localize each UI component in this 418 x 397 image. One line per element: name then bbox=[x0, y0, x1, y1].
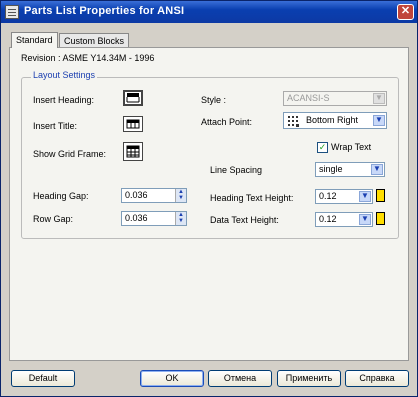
wrap-text-checkbox[interactable]: ✓ bbox=[317, 142, 328, 153]
heading-text-height-dropdown-icon[interactable]: ▼ bbox=[359, 191, 371, 202]
insert-heading-button[interactable] bbox=[123, 90, 143, 106]
attach-point-dropdown-icon[interactable]: ▼ bbox=[373, 115, 385, 126]
line-spacing-value: single bbox=[319, 164, 343, 174]
revision-label: Revision : ASME Y14.34M - 1996 bbox=[21, 53, 155, 63]
insert-title-label: Insert Title: bbox=[33, 121, 78, 131]
style-value: ACANSI-S bbox=[287, 93, 330, 103]
line-spacing-dropdown-icon[interactable]: ▼ bbox=[371, 164, 383, 175]
layout-settings-title: Layout Settings bbox=[31, 70, 98, 80]
help-button[interactable]: Справка bbox=[345, 370, 409, 387]
close-button[interactable]: ✕ bbox=[397, 4, 414, 20]
data-text-height-label: Data Text Height: bbox=[210, 215, 279, 225]
heading-gap-value: 0.036 bbox=[125, 190, 148, 200]
title-bar[interactable]: Parts List Properties for ANSI ✕ bbox=[1, 1, 417, 23]
heading-text-height-select[interactable]: 0.12 ▼ bbox=[315, 189, 373, 204]
data-text-height-dropdown-icon[interactable]: ▼ bbox=[359, 214, 371, 225]
heading-gap-label: Heading Gap: bbox=[33, 191, 89, 201]
default-button[interactable]: Default bbox=[11, 370, 75, 387]
heading-text-color-swatch[interactable] bbox=[376, 189, 385, 202]
row-gap-stepper[interactable]: ▲ ▼ bbox=[175, 212, 186, 225]
row-gap-label: Row Gap: bbox=[33, 214, 74, 224]
line-spacing-label: Line Spacing bbox=[210, 165, 263, 175]
data-text-height-value: 0.12 bbox=[319, 214, 337, 224]
line-spacing-select[interactable]: single ▼ bbox=[315, 162, 385, 177]
apply-button[interactable]: Применить bbox=[277, 370, 341, 387]
heading-gap-stepper[interactable]: ▲ ▼ bbox=[175, 189, 186, 202]
heading-text-height-label: Heading Text Height: bbox=[210, 193, 294, 203]
heading-text-height-value: 0.12 bbox=[319, 191, 337, 201]
attach-point-label: Attach Point: bbox=[201, 117, 253, 127]
show-grid-frame-label: Show Grid Frame: bbox=[33, 149, 107, 159]
window-title: Parts List Properties for ANSI bbox=[24, 5, 185, 17]
attach-point-grid-icon bbox=[288, 116, 299, 127]
dialog-window: Parts List Properties for ANSI ✕ Standar… bbox=[0, 0, 418, 397]
insert-heading-label: Insert Heading: bbox=[33, 95, 95, 105]
cancel-button[interactable]: Отмена bbox=[208, 370, 272, 387]
tab-standard[interactable]: Standard bbox=[11, 32, 58, 48]
style-label: Style : bbox=[201, 95, 227, 105]
show-grid-frame-button[interactable] bbox=[123, 142, 143, 161]
data-text-height-select[interactable]: 0.12 ▼ bbox=[315, 212, 373, 227]
window-icon bbox=[5, 5, 19, 19]
grid-frame-icon bbox=[126, 145, 140, 158]
row-gap-input[interactable]: 0.036 ▲ ▼ bbox=[121, 211, 187, 226]
style-select: ACANSI-S ▼ bbox=[283, 91, 387, 106]
ok-button[interactable]: OK bbox=[140, 370, 204, 387]
title-table-icon bbox=[126, 119, 140, 129]
wrap-text-label: Wrap Text bbox=[331, 142, 372, 152]
data-text-color-swatch[interactable] bbox=[376, 212, 385, 225]
row-gap-value: 0.036 bbox=[125, 213, 148, 223]
style-dropdown-icon: ▼ bbox=[373, 93, 385, 104]
attach-point-select[interactable]: Bottom Right ▼ bbox=[283, 112, 387, 129]
insert-title-button[interactable] bbox=[123, 116, 143, 132]
attach-point-value: Bottom Right bbox=[306, 115, 359, 125]
heading-table-icon bbox=[126, 93, 140, 103]
heading-gap-input[interactable]: 0.036 ▲ ▼ bbox=[121, 188, 187, 203]
